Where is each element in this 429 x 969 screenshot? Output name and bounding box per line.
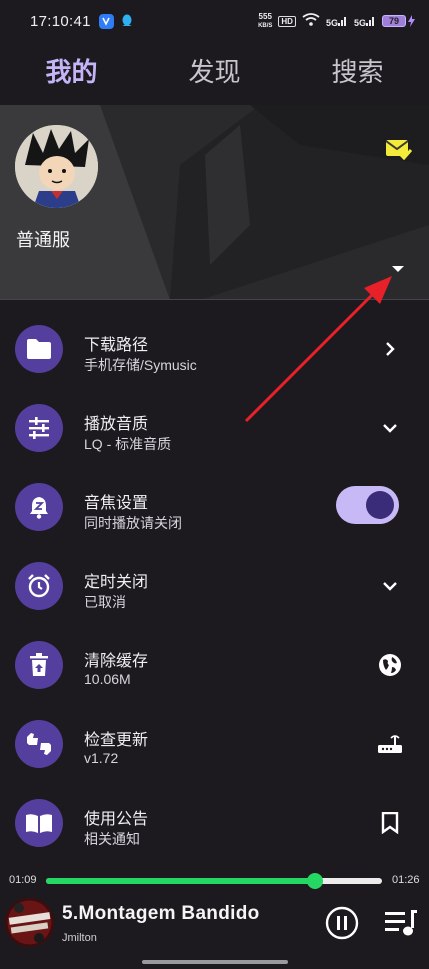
- mail-check-icon[interactable]: [385, 138, 413, 165]
- progress-bar[interactable]: [46, 873, 382, 889]
- profile-header: 普通服: [0, 105, 429, 300]
- caret-down-icon[interactable]: [391, 260, 405, 278]
- setting-download-path[interactable]: 下载路径 手机存储/Symusic: [0, 309, 429, 387]
- status-bar: 17:10:41 555 KB/S HD 5G 5G 79: [0, 0, 429, 42]
- folder-icon: [15, 325, 63, 373]
- setting-subtitle: LQ - 标准音质: [84, 436, 172, 452]
- setting-title: 使用公告: [84, 811, 149, 828]
- toggle-knob: [366, 491, 394, 519]
- hd-badge: HD: [278, 15, 296, 27]
- setting-sleep-timer[interactable]: 定时关闭 已取消: [0, 546, 429, 624]
- setting-check-update[interactable]: 检查更新 v1.72: [0, 704, 429, 782]
- tab-search[interactable]: 搜索: [286, 50, 429, 94]
- setting-subtitle: 已取消: [84, 594, 126, 610]
- artist-name: Jmilton: [62, 932, 97, 944]
- wifi-icon: [302, 13, 320, 29]
- globe-icon[interactable]: [372, 651, 408, 679]
- signal-5g-1: 5G: [326, 15, 348, 28]
- chevron-down-icon[interactable]: [372, 572, 408, 600]
- app-notification-icon: [98, 13, 114, 29]
- setting-subtitle: 手机存储/Symusic: [84, 357, 197, 373]
- net-speed: 555 KB/S: [258, 11, 273, 30]
- setting-title: 下载路径: [84, 337, 149, 354]
- signal-5g-2: 5G: [354, 15, 376, 28]
- status-time: 17:10:41: [30, 12, 91, 30]
- bell-z-icon: [15, 483, 63, 531]
- net-speed-unit: KB/S: [258, 22, 273, 29]
- net-speed-value: 555: [258, 11, 272, 21]
- home-indicator[interactable]: [142, 960, 288, 964]
- thumbs-icon: [15, 720, 63, 768]
- tab-mine[interactable]: 我的: [0, 50, 143, 94]
- battery-level: 79: [382, 15, 406, 27]
- battery-indicator: 79: [382, 15, 415, 27]
- setting-subtitle: 10.06M: [84, 671, 131, 687]
- audio-focus-toggle[interactable]: [336, 486, 399, 524]
- setting-subtitle: 同时播放请关闭: [84, 515, 182, 531]
- progress-fill: [46, 878, 315, 884]
- alarm-icon: [15, 562, 63, 610]
- album-art[interactable]: [5, 898, 54, 947]
- setting-playback-quality[interactable]: 播放音质 LQ - 标准音质: [0, 388, 429, 466]
- duration: 01:26: [392, 874, 420, 886]
- setting-announcement[interactable]: 使用公告 相关通知: [0, 783, 429, 861]
- tune-icon: [15, 404, 63, 452]
- setting-title: 定时关闭: [84, 574, 149, 591]
- song-title[interactable]: 5.Montagem Bandido: [62, 903, 260, 925]
- mini-player: 01:09 01:26 5.Montagem Bandido Jmilton: [0, 862, 429, 969]
- setting-audio-focus: 音焦设置 同时播放请关闭: [0, 467, 429, 545]
- setting-title: 音焦设置: [84, 495, 149, 512]
- setting-title: 检查更新: [84, 732, 149, 749]
- setting-subtitle: 相关通知: [84, 831, 140, 847]
- status-indicators: 555 KB/S HD 5G 5G 79: [258, 11, 415, 30]
- setting-title: 播放音质: [84, 416, 149, 433]
- chevron-right-icon[interactable]: [372, 335, 408, 363]
- bookmark-icon[interactable]: [372, 809, 408, 837]
- playlist-queue-button[interactable]: [384, 910, 418, 938]
- chevron-down-icon[interactable]: [372, 414, 408, 442]
- setting-title: 清除缓存: [84, 653, 149, 670]
- trash-icon: [15, 641, 63, 689]
- avatar[interactable]: [15, 125, 98, 208]
- signal-1-label: 5G: [325, 17, 338, 28]
- tab-discover[interactable]: 发现: [143, 50, 286, 94]
- book-icon: [15, 799, 63, 847]
- setting-clear-cache[interactable]: 清除缓存 10.06M: [0, 625, 429, 703]
- progress-thumb[interactable]: [306, 873, 323, 889]
- elapsed-time: 01:09: [9, 874, 37, 886]
- router-icon[interactable]: [372, 730, 408, 758]
- signal-2-label: 5G: [353, 17, 366, 28]
- pause-button[interactable]: [325, 906, 359, 940]
- setting-subtitle: v1.72: [84, 750, 119, 766]
- qq-icon: [120, 14, 135, 29]
- charging-icon: [408, 15, 415, 27]
- top-tabs: 我的 发现 搜索: [0, 50, 429, 94]
- username: 普通服: [16, 230, 70, 250]
